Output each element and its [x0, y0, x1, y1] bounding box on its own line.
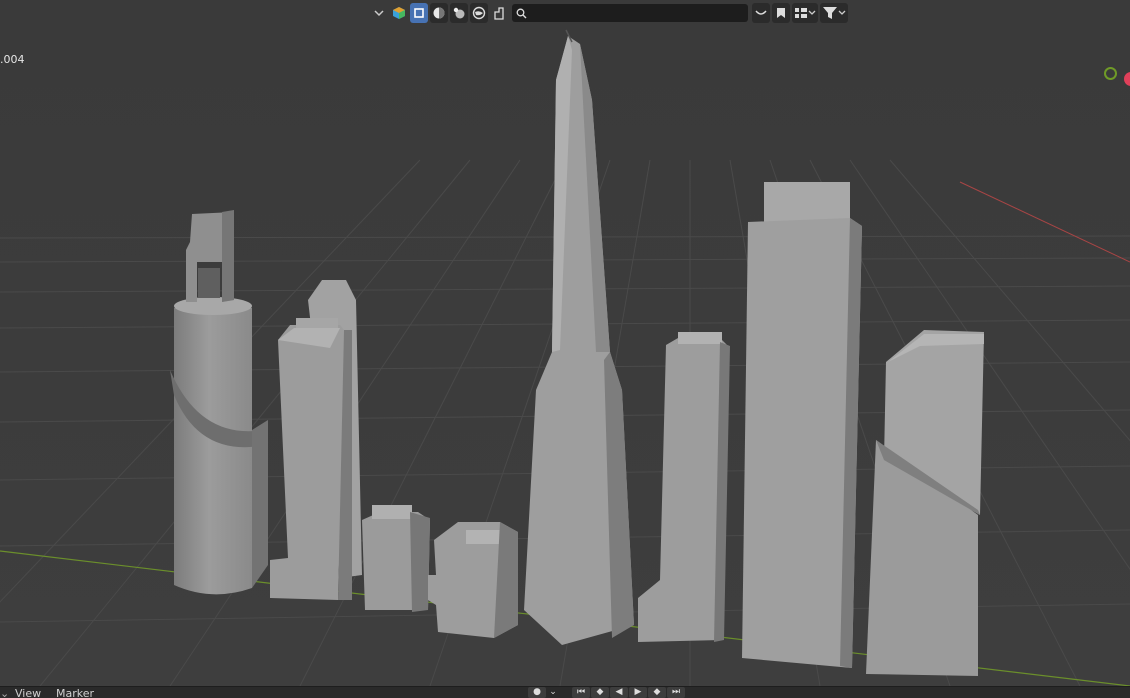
building-tall-box[interactable] — [742, 182, 862, 668]
object-type-colorful-icon[interactable] — [390, 3, 408, 23]
playback-controls: ⏮ ◆ ◀ ▶ ◆ ⏭ — [572, 687, 685, 698]
building-small-block-b[interactable] — [428, 522, 518, 638]
world-shading-icon[interactable] — [470, 3, 488, 23]
filter-icon[interactable] — [820, 3, 848, 23]
timeline-header: ⌄ View Marker ● ⌄ ⏮ ◆ ◀ ▶ ◆ ⏭ — [0, 686, 1130, 698]
viewport-header — [370, 2, 848, 24]
render-shading-icon[interactable] — [450, 3, 468, 23]
gizmo-y-axis-handle[interactable] — [1104, 67, 1117, 80]
prev-keyframe-icon[interactable]: ◆ — [591, 687, 609, 698]
active-object-label: .004 — [0, 53, 25, 66]
building-small-block-a[interactable] — [362, 505, 430, 612]
keyframe-record-control[interactable]: ● ⌄ — [528, 687, 559, 698]
jump-start-icon[interactable]: ⏮ — [572, 687, 590, 698]
play-reverse-icon[interactable]: ◀ — [610, 687, 628, 698]
chevron-down-icon[interactable] — [370, 3, 388, 23]
3d-viewport[interactable] — [0, 0, 1130, 686]
jump-end-icon[interactable]: ⏭ — [667, 687, 685, 698]
viewport-scene[interactable] — [0, 0, 1130, 686]
search-input[interactable] — [531, 5, 735, 21]
search-field[interactable] — [512, 4, 748, 22]
next-keyframe-icon[interactable]: ◆ — [648, 687, 666, 698]
select-box-icon[interactable] — [410, 3, 428, 23]
viewport-shading-icon[interactable] — [430, 3, 448, 23]
bookmark-icon[interactable] — [772, 3, 790, 23]
falloff-curve-icon[interactable] — [752, 3, 770, 23]
hierarchy-view-icon[interactable] — [792, 3, 818, 23]
search-icon — [516, 4, 527, 23]
chevron-down-icon[interactable]: ⌄ — [547, 687, 559, 698]
record-dot-icon[interactable]: ● — [528, 687, 546, 698]
play-icon[interactable]: ▶ — [629, 687, 647, 698]
object-gizmo-icon[interactable] — [490, 3, 508, 23]
